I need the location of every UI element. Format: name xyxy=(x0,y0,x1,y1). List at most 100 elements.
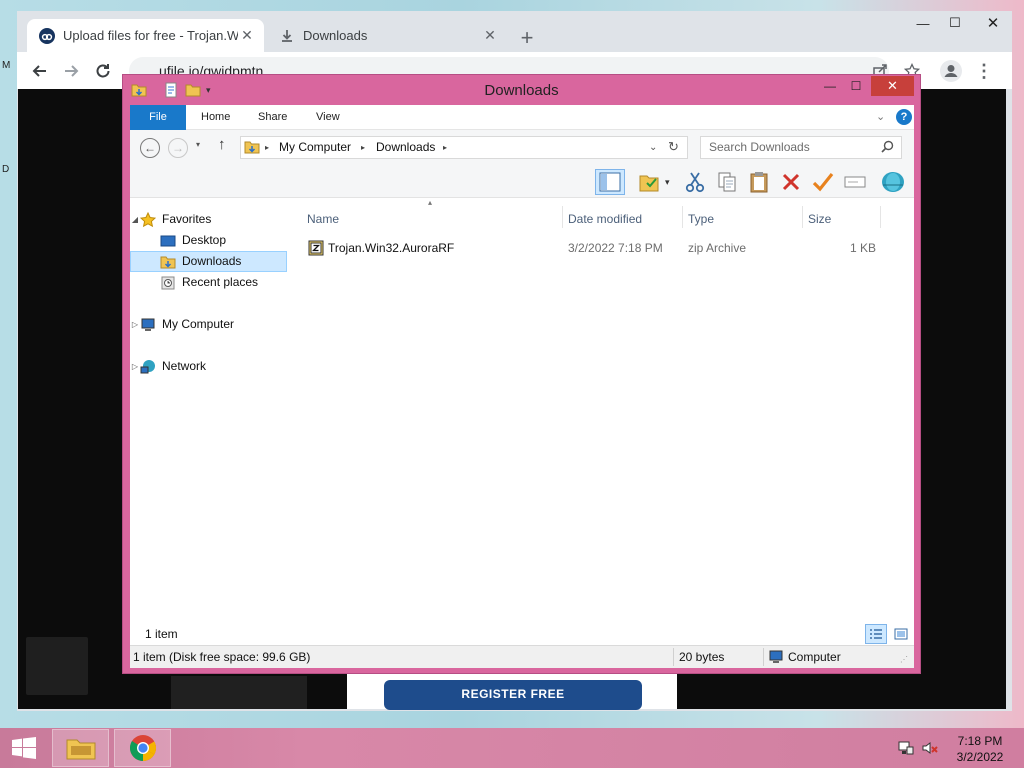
expand-arrow-icon[interactable]: ▷ xyxy=(130,314,140,335)
collapse-arrow-icon[interactable]: ◢ xyxy=(130,209,140,230)
nav-label: Downloads xyxy=(182,254,242,268)
tab-ufile[interactable]: Upload files for free - Trojan.Win32.Aur… xyxy=(27,19,264,52)
column-divider[interactable] xyxy=(880,206,881,228)
folder-down-icon xyxy=(131,82,147,98)
nav-label: Network xyxy=(162,359,207,373)
computer-icon xyxy=(140,317,156,333)
file-row[interactable]: Trojan.Win32.AuroraRF 3/2/2022 7:18 PM z… xyxy=(300,236,890,260)
ufile-favicon-icon xyxy=(39,27,55,44)
help-icon[interactable]: ? xyxy=(896,109,912,125)
details-separator xyxy=(763,648,764,666)
nav-network[interactable]: ▷ Network xyxy=(130,356,287,377)
nav-my-computer[interactable]: ▷ My Computer xyxy=(130,314,287,335)
page-ad-banner xyxy=(171,676,307,709)
tab-view[interactable]: View xyxy=(308,105,348,130)
folder-down-icon xyxy=(244,139,260,155)
up-arrow-icon[interactable]: ↑ xyxy=(218,136,226,153)
chrome-taskbar-icon[interactable] xyxy=(114,729,171,767)
address-dropdown-chevron-icon[interactable]: ⌄ xyxy=(649,137,657,158)
paste-clipboard-icon[interactable] xyxy=(746,169,772,195)
copy-icon[interactable] xyxy=(714,169,740,195)
properties-icon[interactable] xyxy=(163,82,179,98)
search-icon[interactable] xyxy=(881,140,894,153)
close-icon[interactable]: ✕ xyxy=(871,76,914,96)
resize-grip-icon[interactable]: ⋰ xyxy=(900,655,908,664)
nav-downloads[interactable]: Downloads xyxy=(130,251,287,272)
address-row: ← → ▾ ↑ ▸ My Computer ▸ Downloads ▸ ⌄ ↻ … xyxy=(130,130,914,166)
details-separator xyxy=(673,648,674,666)
column-divider[interactable] xyxy=(562,206,563,228)
network-globe-icon[interactable] xyxy=(880,169,906,195)
tab-downloads[interactable]: Downloads ✕ xyxy=(267,19,507,52)
breadcrumb-downloads[interactable]: Downloads xyxy=(376,137,435,158)
navigation-pane: ◢ Favorites Desktop Downloads Recent pla… xyxy=(130,198,290,623)
recaptcha-badge[interactable] xyxy=(26,637,88,695)
file-type: zip Archive xyxy=(688,241,747,255)
breadcrumb-my-computer[interactable]: My Computer xyxy=(279,137,351,158)
minimize-icon[interactable]: — xyxy=(817,76,843,96)
refresh-icon[interactable]: ↻ xyxy=(668,136,679,157)
cut-scissors-icon[interactable] xyxy=(682,169,708,195)
recent-locations-dropdown-icon[interactable]: ▾ xyxy=(196,140,200,149)
large-icons-view-icon[interactable] xyxy=(890,624,912,644)
nav-label: My Computer xyxy=(162,317,235,331)
nav-label: Desktop xyxy=(182,233,227,247)
forward-arrow-icon[interactable] xyxy=(58,58,84,84)
explorer-titlebar: Downloads ▾ — ☐ ✕ xyxy=(123,75,920,105)
close-tab-icon[interactable]: ✕ xyxy=(238,27,256,45)
preview-pane-icon[interactable] xyxy=(595,169,625,195)
file-explorer-taskbar-icon[interactable] xyxy=(52,729,109,767)
breadcrumb-separator-icon: ▸ xyxy=(443,143,448,152)
minimize-icon[interactable]: — xyxy=(907,13,939,33)
customize-dropdown-icon[interactable]: ▾ xyxy=(206,82,222,98)
rename-check-icon[interactable] xyxy=(810,169,836,195)
folder-down-icon xyxy=(160,254,176,270)
page-register-card: REGISTER FREE xyxy=(347,674,677,710)
rename-field-icon[interactable] xyxy=(842,169,868,195)
close-tab-icon[interactable]: ✕ xyxy=(481,27,499,45)
volume-muted-icon[interactable] xyxy=(922,740,938,756)
reload-icon[interactable] xyxy=(90,58,116,84)
options-dropdown-icon[interactable]: ▾ xyxy=(665,177,670,188)
column-header-type[interactable]: Type xyxy=(688,212,714,226)
delete-x-icon[interactable] xyxy=(778,169,804,195)
column-divider[interactable] xyxy=(682,206,683,228)
nav-recent-places[interactable]: Recent places xyxy=(130,272,287,293)
tab-share[interactable]: Share xyxy=(250,105,295,130)
close-icon[interactable]: ✕ xyxy=(977,13,1009,33)
back-arrow-icon[interactable] xyxy=(27,58,53,84)
column-divider[interactable] xyxy=(802,206,803,228)
network-tray-icon[interactable] xyxy=(898,740,914,756)
recent-places-icon xyxy=(160,275,176,291)
zip-archive-icon xyxy=(308,240,324,256)
computer-icon xyxy=(768,650,784,664)
nav-desktop[interactable]: Desktop xyxy=(130,230,287,251)
details-bar: 1 item (Disk free space: 99.6 GB) 20 byt… xyxy=(130,645,914,668)
register-free-button[interactable]: REGISTER FREE xyxy=(384,680,642,710)
forward-arrow-icon[interactable]: → xyxy=(168,138,188,158)
tab-home[interactable]: Home xyxy=(193,105,238,130)
details-view-icon[interactable] xyxy=(865,624,887,644)
back-arrow-icon[interactable]: ← xyxy=(140,138,160,158)
maximize-icon[interactable]: ☐ xyxy=(843,76,869,96)
column-header-date[interactable]: Date modified xyxy=(568,212,642,226)
menu-dots-icon[interactable]: ⋮ xyxy=(971,58,997,84)
nav-favorites[interactable]: ◢ Favorites xyxy=(130,209,287,230)
expand-arrow-icon[interactable]: ▷ xyxy=(130,356,140,377)
nav-label: Favorites xyxy=(162,212,212,226)
maximize-icon[interactable]: ☐ xyxy=(939,13,971,33)
search-input[interactable]: Search Downloads xyxy=(700,136,902,159)
explorer-window: Downloads ▾ — ☐ ✕ File Home Share View ⌄… xyxy=(122,74,921,674)
folder-options-icon[interactable] xyxy=(636,169,662,195)
new-folder-icon[interactable] xyxy=(185,82,201,98)
system-clock[interactable]: 7:18 PM 3/2/2022 xyxy=(950,733,1010,765)
address-breadcrumb[interactable]: ▸ My Computer ▸ Downloads ▸ ⌄ ↻ xyxy=(240,136,688,159)
column-header-size[interactable]: Size xyxy=(808,212,831,226)
new-tab-plus-icon[interactable]: + xyxy=(514,25,540,51)
profile-avatar-icon[interactable] xyxy=(938,58,964,84)
start-windows-icon[interactable] xyxy=(0,728,48,768)
item-count: 1 item xyxy=(145,627,178,641)
tab-file[interactable]: File xyxy=(130,105,186,130)
expand-ribbon-chevron-icon[interactable]: ⌄ xyxy=(876,110,885,123)
column-header-name[interactable]: Name xyxy=(307,212,339,226)
